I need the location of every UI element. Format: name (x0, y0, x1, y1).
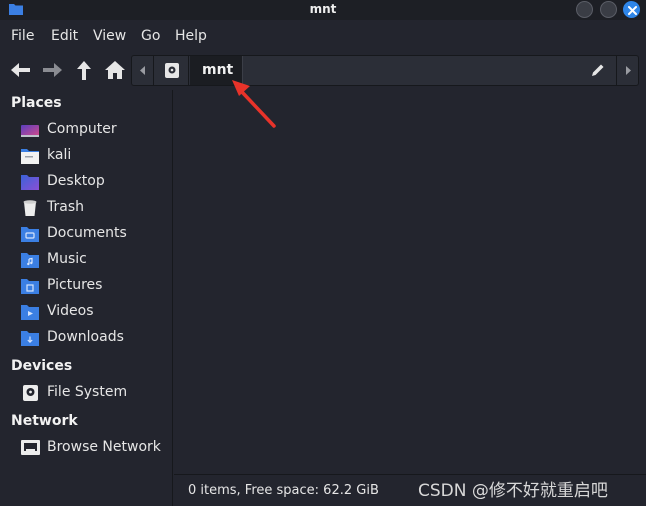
devices-heading: Devices (11, 358, 73, 374)
menu-help[interactable]: Help (175, 28, 207, 44)
sidebar-item-trash[interactable]: Trash (18, 197, 168, 221)
menu-go[interactable]: Go (141, 28, 160, 44)
menu-bar: File Edit View Go Help (0, 20, 646, 52)
sidebar-item-music[interactable]: Music (18, 249, 168, 273)
pictures-folder-icon (21, 279, 39, 294)
pencil-icon[interactable] (590, 62, 606, 78)
downloads-folder-icon (21, 331, 39, 346)
chevron-right-icon (626, 66, 631, 75)
drive-icon (23, 385, 38, 401)
status-text: 0 items, Free space: 62.2 GiB (188, 483, 379, 498)
minimize-button[interactable] (576, 1, 593, 18)
sidebar-item-label: Pictures (47, 277, 103, 293)
drive-icon (165, 63, 179, 78)
places-heading: Places (11, 95, 62, 111)
computer-icon (21, 125, 39, 137)
toolbar: mnt (0, 52, 646, 90)
annotation-arrow-icon (232, 80, 276, 128)
window-title: mnt (309, 2, 337, 16)
sidebar-item-file-system[interactable]: File System (18, 382, 168, 406)
videos-folder-icon (21, 305, 39, 320)
sidebar-item-pictures[interactable]: Pictures (18, 275, 168, 299)
sidebar-item-desktop[interactable]: Desktop (18, 171, 168, 195)
menu-view[interactable]: View (93, 28, 126, 44)
documents-folder-icon (21, 227, 39, 242)
home-folder-icon (21, 149, 39, 164)
forward-arrow-icon[interactable] (40, 58, 64, 82)
title-bar: mnt (0, 0, 646, 20)
sidebar: Places Computer kali Desktop Trash Docum… (0, 90, 173, 506)
menu-file[interactable]: File (11, 28, 34, 44)
desktop-icon (21, 175, 39, 190)
sidebar-item-downloads[interactable]: Downloads (18, 327, 168, 351)
sidebar-item-label: Browse Network (47, 439, 161, 455)
sidebar-item-label: Desktop (47, 173, 105, 189)
path-scroll-right-button[interactable] (616, 56, 638, 85)
sidebar-item-label: Documents (47, 225, 127, 241)
sidebar-item-browse-network[interactable]: Browse Network (18, 437, 168, 461)
close-icon (628, 6, 637, 15)
sidebar-item-videos[interactable]: Videos (18, 301, 168, 325)
maximize-button[interactable] (600, 1, 617, 18)
path-scroll-left-button[interactable] (132, 56, 154, 85)
close-button[interactable] (623, 1, 640, 18)
path-segment-root[interactable] (155, 56, 189, 85)
sidebar-item-computer[interactable]: Computer (18, 119, 168, 143)
home-icon[interactable] (103, 58, 127, 82)
sidebar-item-label: kali (47, 147, 72, 163)
sidebar-item-label: Music (47, 251, 87, 267)
sidebar-item-documents[interactable]: Documents (18, 223, 168, 247)
sidebar-item-kali[interactable]: kali (18, 145, 168, 169)
sidebar-item-label: File System (47, 384, 128, 400)
menu-edit[interactable]: Edit (51, 28, 78, 44)
music-folder-icon (21, 253, 39, 268)
network-heading: Network (11, 413, 78, 429)
trash-icon (23, 200, 37, 216)
chevron-left-icon (140, 66, 145, 75)
sidebar-item-label: Videos (47, 303, 94, 319)
watermark: CSDN @修不好就重启吧 (418, 481, 608, 501)
sidebar-item-label: Computer (47, 121, 117, 137)
path-bar: mnt (131, 55, 639, 86)
sidebar-item-label: Downloads (47, 329, 124, 345)
sidebar-item-label: Trash (47, 199, 84, 215)
up-arrow-icon[interactable] (72, 58, 96, 82)
back-arrow-icon[interactable] (9, 58, 33, 82)
network-icon (21, 440, 40, 455)
file-view[interactable] (174, 90, 646, 474)
